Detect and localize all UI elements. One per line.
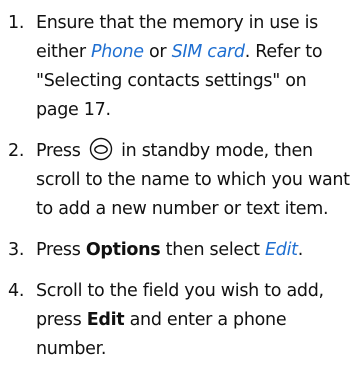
step-number: 1. <box>8 13 25 33</box>
options-key-label: Options <box>85 240 161 260</box>
step-text: Scroll to the field you wish to add, pre… <box>36 281 324 359</box>
instruction-steps: 1. Ensure that the memory in use is eith… <box>0 0 357 364</box>
edit-link[interactable]: Edit <box>265 240 298 260</box>
edit-key-label: Edit <box>86 310 125 330</box>
step-number: 4. <box>8 281 25 301</box>
step-text: Press in standby mode, then scroll to th… <box>36 137 350 219</box>
step-3: 3. Press Options then select Edit. <box>0 236 357 265</box>
step-number: 3. <box>8 240 25 260</box>
step-4: 4. Scroll to the field you wish to add, … <box>0 277 357 364</box>
step-text: Ensure that the memory in use is either … <box>36 13 323 120</box>
step-2: 2. Press in standby mode, then scroll to… <box>0 137 357 224</box>
step-text: Press Options then select Edit. <box>36 240 303 260</box>
sim-card-link[interactable]: SIM card <box>172 42 245 62</box>
step-1: 1. Ensure that the memory in use is eith… <box>0 9 357 125</box>
phone-link[interactable]: Phone <box>91 42 144 62</box>
navigation-key-icon <box>89 137 113 161</box>
step-number: 2. <box>8 141 25 161</box>
